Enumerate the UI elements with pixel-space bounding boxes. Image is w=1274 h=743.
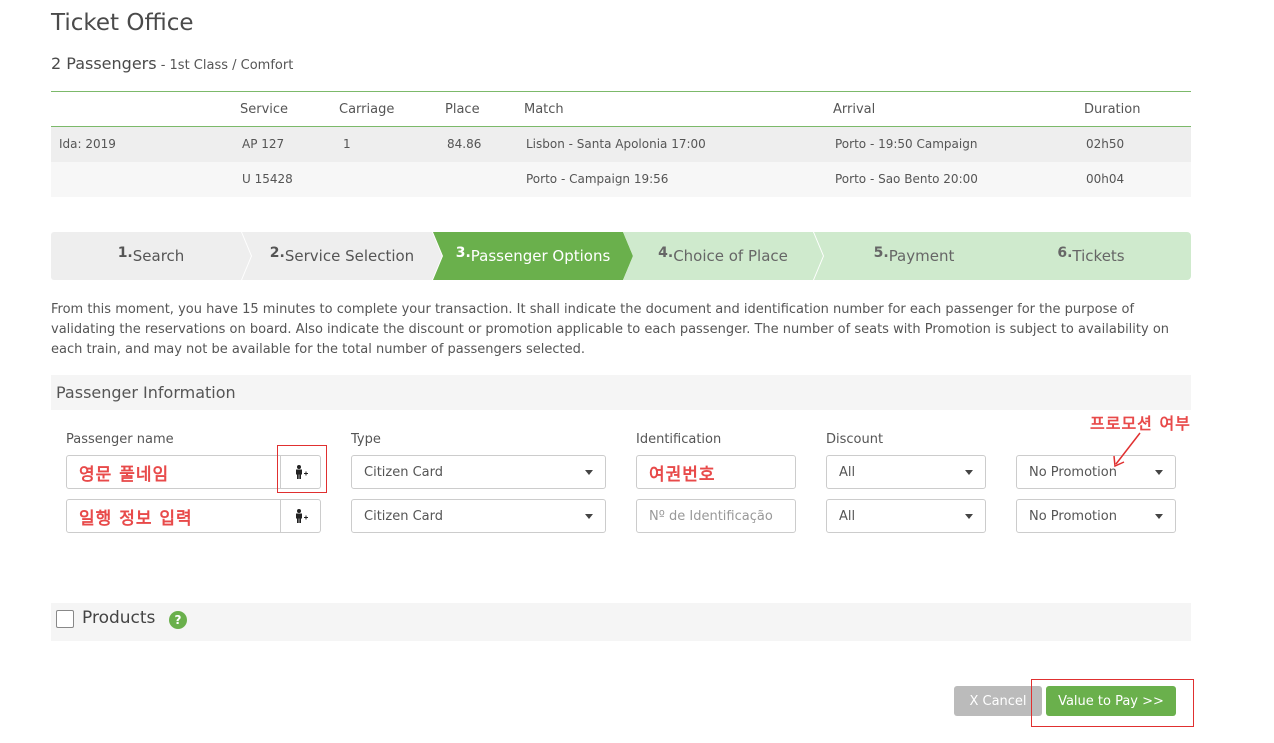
table-row: Ida: 2019 AP 127 1 84.86 Lisbon - Santa … [51,126,1191,162]
identification-input[interactable]: 여권번호 [636,455,796,489]
step-number: 5. [873,245,889,261]
promotion-select-value: No Promotion [1029,464,1117,480]
intro-text: From this moment, you have 15 minutes to… [51,302,1170,357]
table-cell [445,161,524,197]
label-passenger-name: Passenger name [66,432,174,447]
step-service-selection[interactable]: 2. Service Selection [242,232,442,280]
step-label: Payment [888,247,955,265]
step-number: 1. [117,245,133,261]
promotion-select-value: No Promotion [1029,508,1117,524]
step-search[interactable]: 1. Search [51,232,251,280]
cancel-button[interactable]: X Cancel [954,686,1042,716]
chevron-down-icon [585,514,593,519]
table-cell: 84.86 [445,126,524,162]
col-header-duration: Duration [1080,91,1191,127]
discount-select-value: All [839,464,856,480]
chevron-down-icon [1155,470,1163,475]
person-add-icon [295,509,308,523]
table-cell: Ida: 2019 [51,126,234,162]
passenger-count: 2 Passengers [51,54,157,73]
annotation-arrow-icon [1113,432,1141,468]
table-row: U 15428 Porto - Campaign 19:56 Porto - S… [51,161,1191,197]
chevron-down-icon [585,470,593,475]
class-info: - 1st Class / Comfort [156,58,294,73]
passenger-name-value: 일행 정보 입력 [79,508,193,529]
page-title: Ticket Office [51,10,194,36]
col-header-place: Place [445,91,524,127]
col-header-match: Match [524,91,829,127]
table-cell: 02h50 [1080,126,1191,162]
annotation-highlight-add-passenger [277,445,327,493]
table-cell: AP 127 [234,126,339,162]
add-passenger-button[interactable] [281,499,321,533]
progress-steps: 1. Search 2. Service Selection 3. Passenger… [51,232,1191,280]
passenger-info-header: Passenger Information [51,375,1191,410]
passenger-name-value: 영문 풀네임 [79,464,170,485]
table-cell: Lisbon - Santa Apolonia 17:00 [524,126,829,162]
identification-input[interactable]: Nº de Identificação [636,499,796,533]
identification-placeholder: Nº de Identificação [649,508,773,524]
discount-select-value: All [839,508,856,524]
label-identification: Identification [636,432,722,447]
step-tickets: 6. Tickets [991,232,1191,280]
label-type: Type [351,432,381,447]
step-number: 2. [269,245,285,261]
col-header [51,91,234,127]
table-cell: U 15428 [234,161,339,197]
products-label: Products [82,608,156,628]
chevron-down-icon [965,470,973,475]
step-number: 4. [658,245,674,261]
step-number: 3. [455,245,471,261]
step-payment: 5. Payment [814,232,1014,280]
passenger-name-input[interactable]: 일행 정보 입력 [66,499,281,533]
label-discount: Discount [826,432,884,447]
type-select-value: Citizen Card [364,508,444,524]
passenger-name-input[interactable]: 영문 풀네임 [66,455,281,489]
discount-select[interactable]: All [826,455,986,489]
step-label: Passenger Options [470,247,611,265]
passenger-summary: 2 Passengers - 1st Class / Comfort [51,54,293,73]
step-choice-of-place: 4. Choice of Place [623,232,823,280]
col-header-arrival: Arrival [829,91,1080,127]
step-passenger-options[interactable]: 3. Passenger Options [433,232,633,280]
type-select[interactable]: Citizen Card [351,455,606,489]
table-cell [339,161,445,197]
type-select-value: Citizen Card [364,464,444,480]
table-cell: 00h04 [1080,161,1191,197]
help-icon[interactable]: ? [169,611,187,629]
promotion-select[interactable]: No Promotion [1016,455,1176,489]
trip-table-header: Service Carriage Place Match Arrival Dur… [51,91,1191,127]
table-cell: Porto - Sao Bento 20:00 [829,161,1080,197]
identification-value: 여권번호 [649,464,716,485]
type-select[interactable]: Citizen Card [351,499,606,533]
promotion-select[interactable]: No Promotion [1016,499,1176,533]
col-header-service: Service [234,91,339,127]
trip-table: Service Carriage Place Match Arrival Dur… [51,91,1191,197]
products-checkbox[interactable] [56,610,74,628]
step-label: Service Selection [284,247,415,265]
table-cell [51,161,234,197]
step-label: Tickets [1072,247,1125,265]
table-cell: Porto - 19:50 Campaign [829,126,1080,162]
chevron-down-icon [1155,514,1163,519]
discount-select[interactable]: All [826,499,986,533]
step-number: 6. [1057,245,1073,261]
annotation-highlight-pay-button [1031,679,1194,727]
step-label: Choice of Place [673,247,788,265]
step-label: Search [132,247,185,265]
col-header-carriage: Carriage [339,91,445,127]
products-section: Products ? [51,603,1191,641]
chevron-down-icon [965,514,973,519]
table-cell: Porto - Campaign 19:56 [524,161,829,197]
table-cell: 1 [339,126,445,162]
